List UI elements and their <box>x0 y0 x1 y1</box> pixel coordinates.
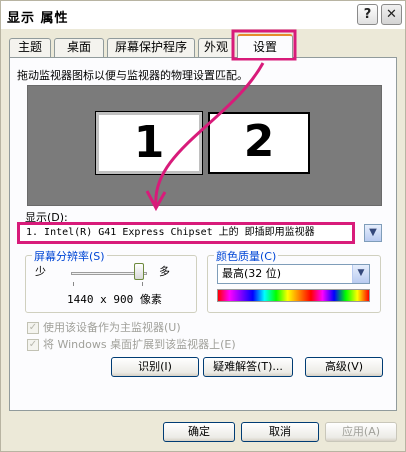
primary-monitor-checkbox-row[interactable]: ✓ 使用该设备作为主监视器(U) <box>27 319 181 335</box>
tab-appearance[interactable]: 外观 <box>198 38 234 57</box>
extend-desktop-checkbox-row[interactable]: ✓ 将 Windows 桌面扩展到该监视器上(E) <box>27 336 236 352</box>
primary-monitor-checkbox[interactable]: ✓ <box>27 322 39 334</box>
window-title: 显示 属性 <box>7 11 69 26</box>
title-bar[interactable]: 显示 属性 ? ✕ <box>1 1 405 29</box>
extend-desktop-checkbox[interactable]: ✓ <box>27 339 39 351</box>
color-quality-value: 最高(32 位) <box>222 267 282 280</box>
color-spectrum-bar <box>217 289 370 302</box>
color-dropdown-arrow-icon[interactable]: ▼ <box>352 265 369 283</box>
tab-desktop[interactable]: 桌面 <box>54 38 104 57</box>
tab-screensaver[interactable]: 屏幕保护程序 <box>107 38 195 57</box>
tab-theme[interactable]: 主题 <box>9 38 51 57</box>
primary-monitor-label: 使用该设备作为主监视器(U) <box>43 321 181 334</box>
resolution-value: 1440 x 900 像素 <box>67 293 162 306</box>
instruction-text: 拖动监视器图标以便与监视器的物理设置匹配。 <box>17 69 248 82</box>
monitor-1-icon[interactable]: 1 <box>95 111 203 175</box>
help-button[interactable]: ? <box>357 4 378 25</box>
troubleshoot-button[interactable]: 疑难解答(T)... <box>203 357 293 377</box>
advanced-button[interactable]: 高级(V) <box>305 357 383 377</box>
identify-button[interactable]: 识别(I) <box>111 357 199 377</box>
resolution-slider-ticks <box>73 282 143 286</box>
monitor-arrangement-area[interactable]: 1 2 <box>27 85 382 206</box>
color-quality-select[interactable]: 最高(32 位) ▼ <box>217 264 370 284</box>
monitor-2-icon[interactable]: 2 <box>208 112 310 174</box>
color-quality-group-label: 颜色质量(C) <box>214 248 279 264</box>
cancel-button[interactable]: 取消 <box>241 422 319 442</box>
slider-less-label: 少 <box>35 265 46 278</box>
display-properties-window: 显示 属性 ? ✕ 主题 桌面 屏幕保护程序 外观 设置 拖动监视器图标以便与监… <box>0 0 406 452</box>
ok-button[interactable]: 确定 <box>163 422 235 442</box>
apply-button[interactable]: 应用(A) <box>325 422 397 442</box>
resolution-slider-thumb[interactable] <box>134 263 145 280</box>
extend-desktop-label: 将 Windows 桌面扩展到该监视器上(E) <box>43 338 236 351</box>
display-dropdown-arrow-icon[interactable]: ▼ <box>364 224 382 242</box>
resolution-group-label: 屏幕分辨率(S) <box>32 248 107 264</box>
display-select[interactable]: 1. Intel(R) G41 Express Chipset 上的 即插即用监… <box>17 222 355 244</box>
tab-settings[interactable]: 设置 <box>237 34 293 58</box>
slider-more-label: 多 <box>159 265 170 278</box>
close-button[interactable]: ✕ <box>381 4 402 25</box>
